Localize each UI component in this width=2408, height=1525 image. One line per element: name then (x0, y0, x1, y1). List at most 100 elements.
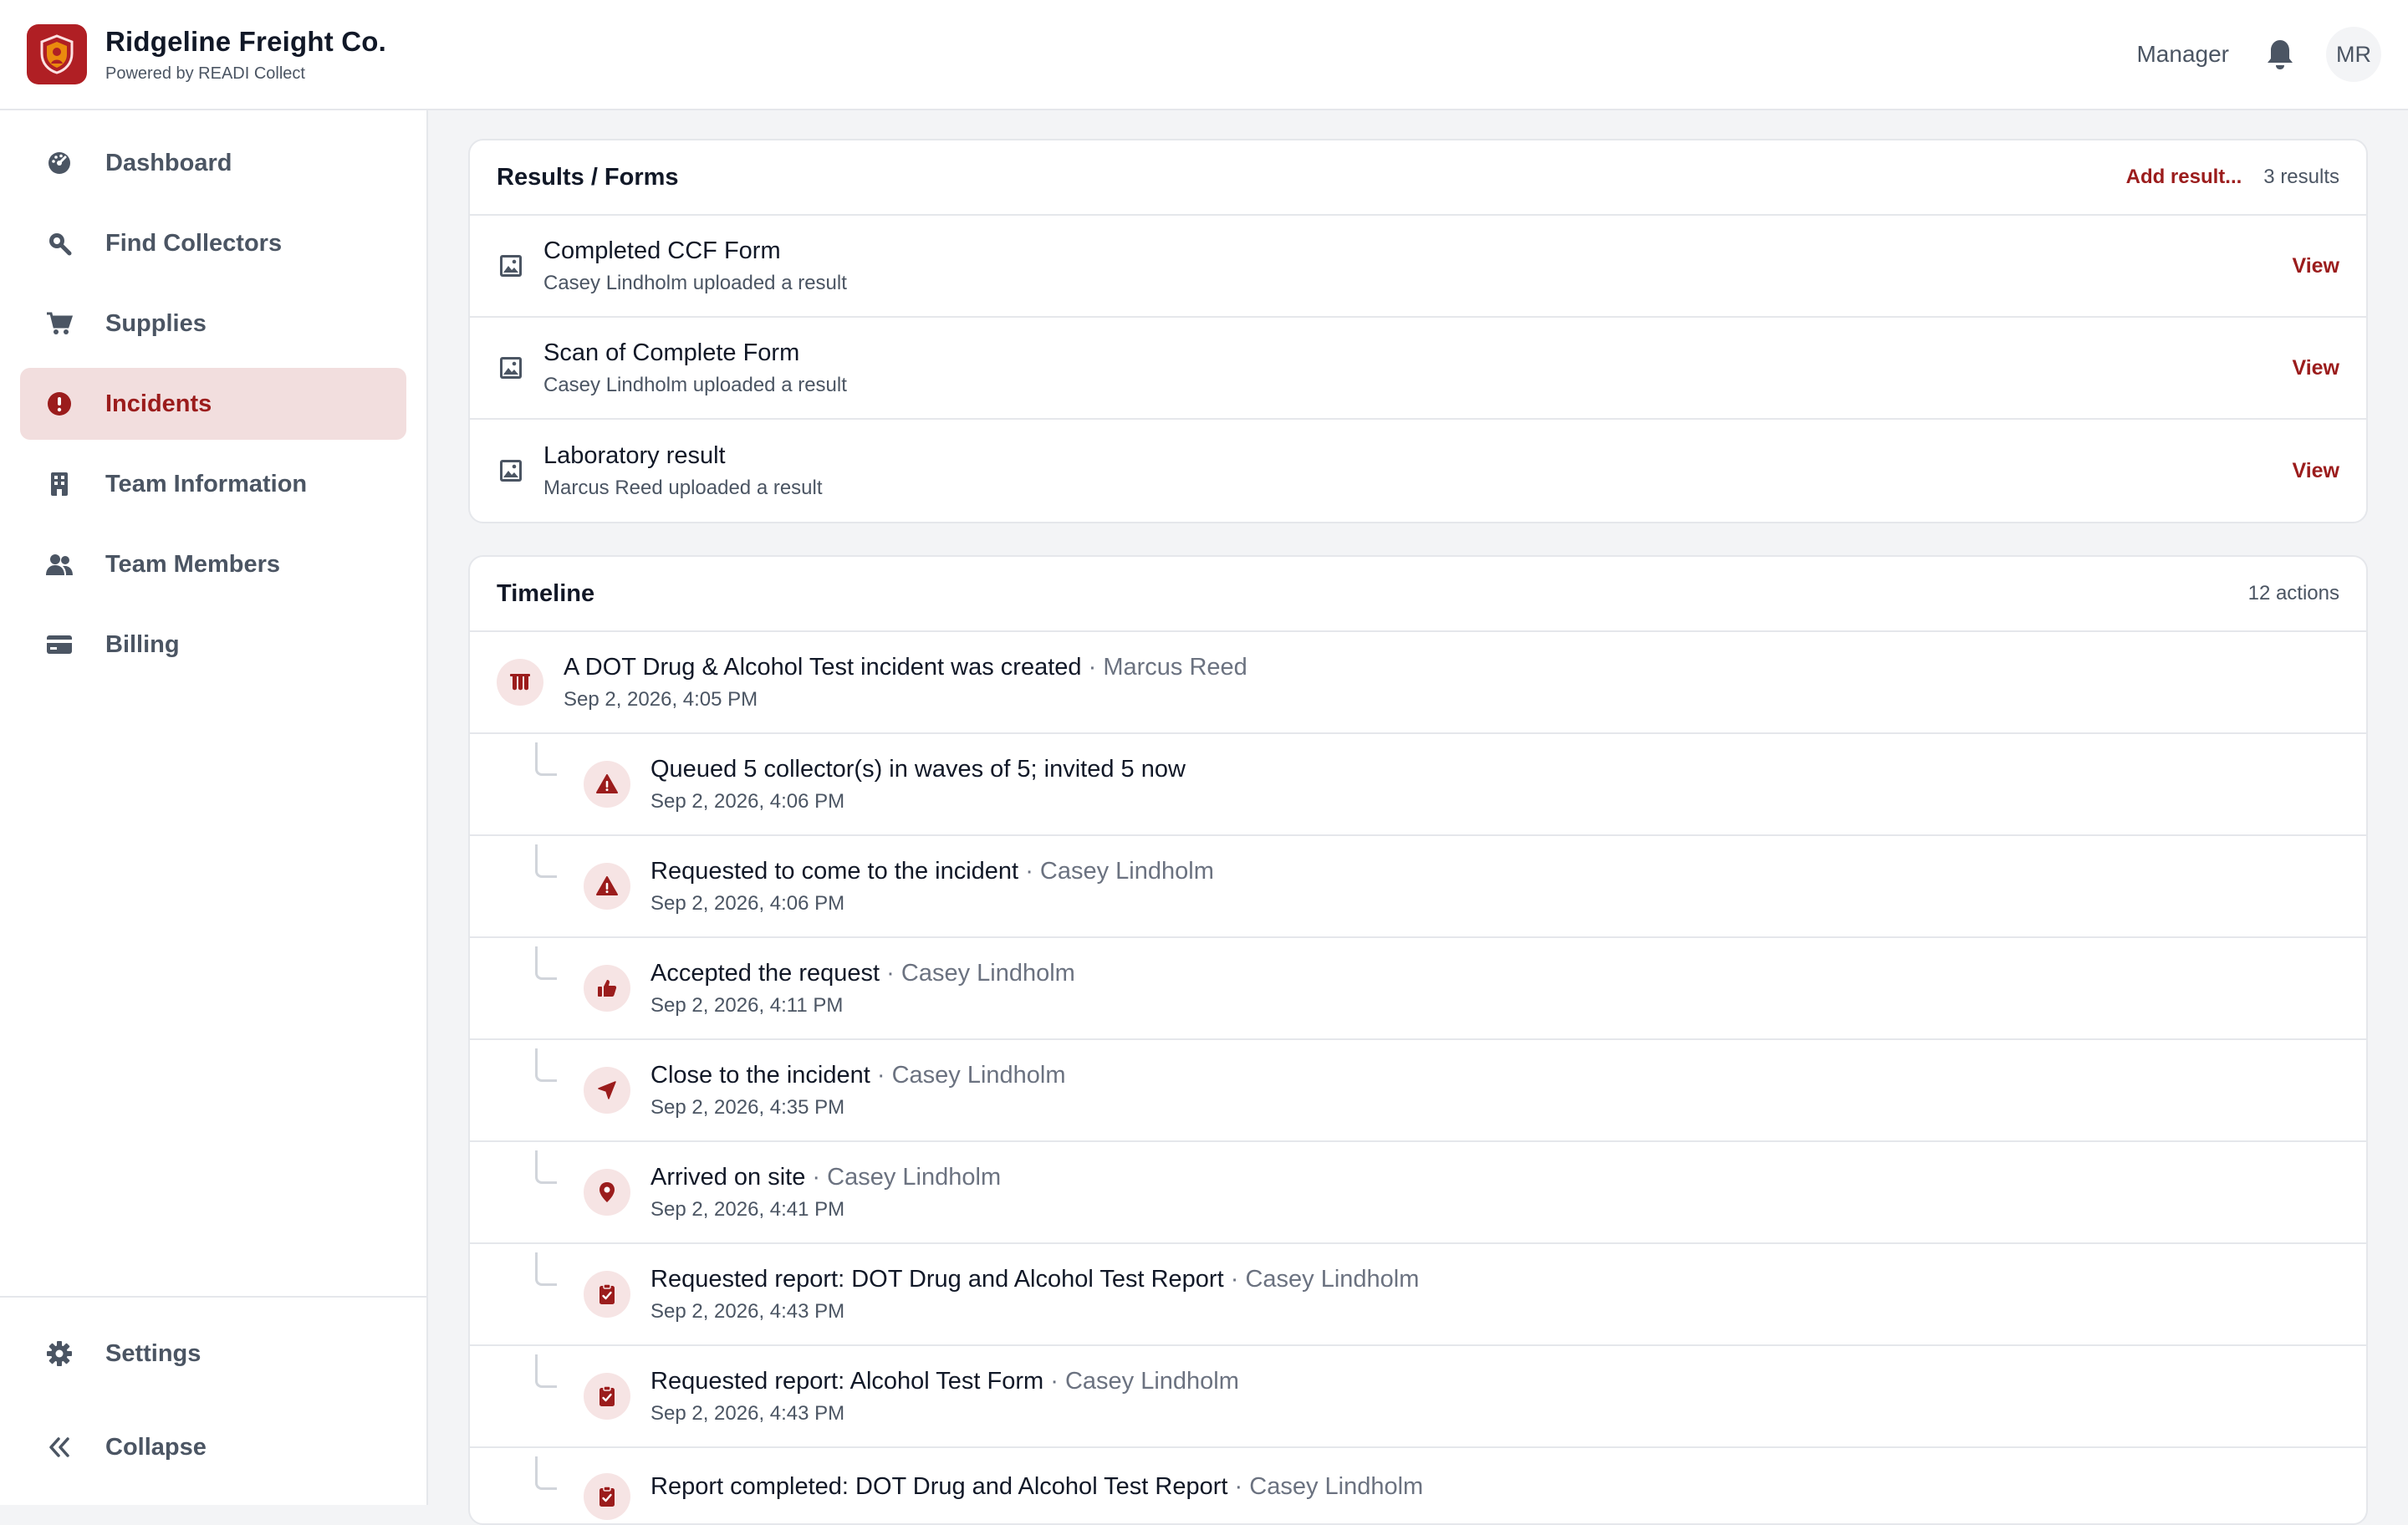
result-subtitle: Casey Lindholm uploaded a result (543, 373, 847, 396)
timeline-entry-text: Requested to come to the incident · Case… (650, 858, 1214, 916)
thumbs-up-icon (584, 965, 630, 1012)
results-count: 3 results (2263, 166, 2339, 188)
image-icon (497, 354, 525, 382)
sidebar-divider (0, 1296, 426, 1298)
sidebar: Dashboard Find Collectors Supplies Incid… (0, 110, 428, 1505)
result-text: Scan of Complete Form Casey Lindholm upl… (543, 339, 847, 397)
timeline-entry: A DOT Drug & Alcohol Test incident was c… (470, 632, 2366, 734)
view-button[interactable]: View (2292, 459, 2339, 483)
image-icon (497, 252, 525, 280)
clipboard-check-icon (584, 1373, 630, 1420)
timeline-entry-text: Report completed: DOT Drug and Alcohol T… (650, 1473, 1423, 1501)
sidebar-item-label: Team Information (105, 470, 308, 497)
result-row: Laboratory result Marcus Reed uploaded a… (470, 420, 2366, 522)
sidebar-item-settings[interactable]: Settings (20, 1318, 406, 1390)
add-result-button[interactable]: Add result... (2126, 166, 2242, 189)
view-button[interactable]: View (2292, 356, 2339, 380)
result-row: Scan of Complete Form Casey Lindholm upl… (470, 318, 2366, 420)
timeline-entry: Close to the incident · Casey Lindholm S… (470, 1040, 2366, 1142)
brand: Ridgeline Freight Co. Powered by READI C… (105, 26, 386, 84)
sidebar-item-label: Collapse (105, 1433, 207, 1461)
timeline-entry-description: Requested report: DOT Drug and Alcohol T… (650, 1265, 1224, 1293)
timeline-connector (535, 1354, 557, 1388)
timeline-card-header: Timeline 12 actions (470, 557, 2366, 632)
timeline-entry-description: Close to the incident (650, 1061, 870, 1089)
timeline-entry-line: Arrived on site · Casey Lindholm (650, 1164, 1001, 1191)
top-header: Ridgeline Freight Co. Powered by READI C… (0, 0, 2408, 110)
shield-logo-icon[interactable] (27, 24, 87, 84)
sidebar-item-label: Find Collectors (105, 229, 283, 257)
timeline-entry-text: Close to the incident · Casey Lindholm S… (650, 1062, 1066, 1120)
header-actions: Manager MR (2136, 0, 2381, 109)
results-card: Results / Forms Add result... 3 results … (468, 139, 2368, 523)
timeline-entry-text: A DOT Drug & Alcohol Test incident was c… (564, 654, 1247, 711)
timeline-connector (535, 1252, 557, 1286)
timeline-entry-description: Report completed: DOT Drug and Alcohol T… (650, 1473, 1228, 1500)
sidebar-item-label: Settings (105, 1339, 202, 1367)
sidebar-collapse-button[interactable]: Collapse (20, 1411, 406, 1483)
timeline-entry-line: Requested report: DOT Drug and Alcohol T… (650, 1266, 1419, 1293)
search-icon (43, 227, 75, 259)
brand-name: Ridgeline Freight Co. (105, 25, 387, 57)
timeline-entry-date: Sep 2, 2026, 4:06 PM (650, 789, 845, 813)
sidebar-item-incidents[interactable]: Incidents (20, 368, 406, 440)
timeline-count: 12 actions (2247, 582, 2339, 604)
result-title: Laboratory result (543, 441, 726, 469)
separator: · (1050, 1367, 1059, 1395)
credit-card-icon (43, 629, 75, 660)
separator: · (1234, 1473, 1243, 1500)
timeline-entry-actor: Marcus Reed (1103, 653, 1247, 681)
building-icon (43, 468, 75, 500)
sidebar-item-dashboard[interactable]: Dashboard (20, 127, 406, 199)
sidebar-item-team-information[interactable]: Team Information (20, 448, 406, 520)
timeline-entry-description: Accepted the request (650, 959, 880, 987)
results-header-actions: Add result... 3 results (2126, 166, 2339, 189)
separator: · (812, 1163, 821, 1191)
result-text: Laboratory result Marcus Reed uploaded a… (543, 442, 823, 500)
timeline-entry-date: Sep 2, 2026, 4:43 PM (650, 1401, 845, 1425)
chevrons-left-icon (43, 1431, 75, 1463)
image-icon (497, 456, 525, 485)
timeline-connector (535, 742, 557, 776)
sidebar-item-billing[interactable]: Billing (20, 609, 406, 681)
timeline-entry-date: Sep 2, 2026, 4:05 PM (564, 687, 758, 711)
clipboard-check-icon (584, 1271, 630, 1318)
bell-icon[interactable] (2263, 37, 2298, 72)
timeline-entry-description: Arrived on site (650, 1163, 806, 1191)
timeline-entry-actor: Casey Lindholm (1039, 857, 1214, 885)
sidebar-item-label: Incidents (105, 390, 212, 417)
timeline-entry-date: Sep 2, 2026, 4:11 PM (650, 993, 844, 1017)
timeline-connector (535, 844, 557, 878)
result-title: Completed CCF Form (543, 237, 781, 264)
timeline-entry-text: Accepted the request · Casey Lindholm Se… (650, 960, 1075, 1018)
timeline-entry-description: Requested report: Alcohol Test Form (650, 1367, 1044, 1395)
cart-icon (43, 308, 75, 339)
result-subtitle: Casey Lindholm uploaded a result (543, 271, 847, 294)
timeline-connector (535, 946, 557, 980)
view-button[interactable]: View (2292, 254, 2339, 278)
users-icon (43, 548, 75, 580)
timeline-entry-actor: Casey Lindholm (900, 959, 1075, 987)
results-card-header: Results / Forms Add result... 3 results (470, 140, 2366, 216)
sidebar-item-team-members[interactable]: Team Members (20, 528, 406, 600)
role-switcher[interactable]: Manager (2136, 41, 2229, 68)
result-row: Completed CCF Form Casey Lindholm upload… (470, 216, 2366, 318)
sidebar-item-label: Billing (105, 630, 180, 658)
timeline-title: Timeline (497, 579, 595, 607)
avatar[interactable]: MR (2326, 27, 2381, 82)
timeline-entry-line: Requested report: Alcohol Test Form · Ca… (650, 1368, 1239, 1395)
timeline-entry-text: Arrived on site · Casey Lindholm Sep 2, … (650, 1164, 1001, 1222)
timeline-entry: Requested report: DOT Drug and Alcohol T… (470, 1244, 2366, 1346)
sidebar-item-supplies[interactable]: Supplies (20, 288, 406, 360)
result-subtitle: Marcus Reed uploaded a result (543, 476, 823, 499)
result-title: Scan of Complete Form (543, 339, 800, 366)
timeline-entry-line: Requested to come to the incident · Case… (650, 858, 1214, 885)
sidebar-item-find-collectors[interactable]: Find Collectors (20, 207, 406, 279)
map-pin-icon (584, 1169, 630, 1216)
timeline-connector (535, 1048, 557, 1082)
results-title: Results / Forms (497, 163, 679, 191)
timeline-entry-description: Queued 5 collector(s) in waves of 5; inv… (650, 755, 1186, 783)
separator: · (886, 959, 895, 987)
timeline-entry-description: A DOT Drug & Alcohol Test incident was c… (564, 653, 1082, 681)
timeline-entry: Requested to come to the incident · Case… (470, 836, 2366, 938)
